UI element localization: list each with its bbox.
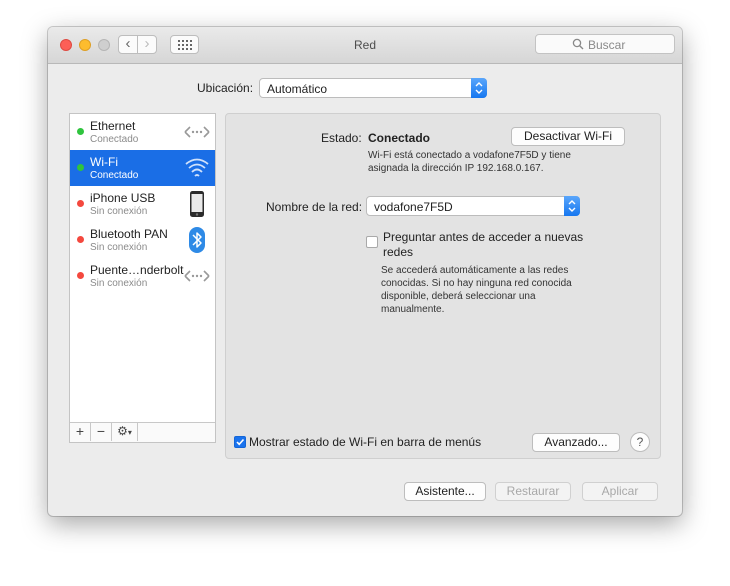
status-description-line2: asignada la dirección IP 192.168.0.167.: [368, 163, 544, 174]
title-bar: ‹ › Red Buscar: [48, 27, 682, 64]
popup-arrows-icon: [564, 196, 580, 216]
assistant-button[interactable]: Asistente...: [404, 482, 486, 501]
apply-button[interactable]: Aplicar: [582, 482, 658, 501]
service-list-toolbar: + − ⚙▾: [70, 422, 215, 442]
bluetooth-icon: [189, 227, 205, 253]
ask-to-join-help-line4: manualmente.: [381, 304, 445, 315]
gear-icon: ⚙: [117, 424, 128, 438]
service-item-iphone-usb[interactable]: iPhone USB Sin conexión: [70, 186, 215, 222]
service-list: Ethernet Conectado Wi-Fi Conectado iPhon…: [69, 113, 216, 443]
status-dot: [77, 164, 84, 171]
network-name-label: Nombre de la red:: [266, 200, 363, 214]
remove-service-button[interactable]: −: [91, 423, 112, 441]
action-menu-button[interactable]: ⚙▾: [112, 423, 138, 441]
chevron-down-icon: ▾: [127, 428, 132, 437]
popup-arrows-icon: [471, 78, 487, 98]
status-label: Estado:: [321, 131, 362, 145]
status-dot: [77, 200, 84, 207]
iphone-icon: [190, 191, 204, 217]
ask-to-join-label-line2: redes: [383, 245, 414, 259]
service-name: Wi-Fi: [90, 155, 118, 169]
help-button[interactable]: ?: [630, 432, 650, 452]
service-status: Sin conexión: [90, 206, 148, 217]
network-preferences-window: ‹ › Red Buscar Ubicación: Automático Eth…: [48, 27, 682, 516]
turn-off-wifi-button[interactable]: Desactivar Wi-Fi: [511, 127, 625, 146]
wifi-icon: [185, 158, 209, 177]
thunderbolt-bridge-icon: [184, 270, 210, 282]
status-dot: [77, 128, 84, 135]
advanced-button[interactable]: Avanzado...: [532, 433, 620, 452]
network-name-value: vodafone7F5D: [374, 200, 453, 214]
service-item-wifi[interactable]: Wi-Fi Conectado: [70, 150, 215, 186]
service-status: Sin conexión: [90, 242, 148, 253]
network-name-popup[interactable]: vodafone7F5D: [366, 196, 580, 216]
show-wifi-status-label: Mostrar estado de Wi-Fi en barra de menú…: [249, 435, 482, 449]
search-icon: [572, 38, 584, 50]
wifi-detail-panel: Estado: Conectado Desactivar Wi-Fi Wi-Fi…: [225, 113, 661, 459]
ask-to-join-help-line2: conocidas. Si no hay ninguna red conocid…: [381, 278, 572, 289]
service-item-bluetooth-pan[interactable]: Bluetooth PAN Sin conexión: [70, 222, 215, 258]
add-service-button[interactable]: +: [70, 423, 91, 441]
status-value: Conectado: [368, 131, 431, 145]
ask-to-join-label-line1: Preguntar antes de acceder a nuevas: [383, 230, 584, 244]
ethernet-icon: [184, 126, 210, 138]
revert-button[interactable]: Restaurar: [495, 482, 571, 501]
search-placeholder: Buscar: [588, 38, 626, 52]
ask-to-join-help-line1: Se accederá automáticamente a las redes: [381, 265, 569, 276]
status-dot: [77, 272, 84, 279]
location-value: Automático: [267, 82, 328, 96]
service-name: Puente…nderbolt: [90, 263, 184, 277]
status-dot: [77, 236, 84, 243]
service-item-ethernet[interactable]: Ethernet Conectado: [70, 114, 215, 150]
ask-to-join-help-line3: disponible, deberá seleccionar una: [381, 291, 536, 302]
service-status: Conectado: [90, 170, 139, 181]
location-popup[interactable]: Automático: [259, 78, 487, 98]
service-name: Bluetooth PAN: [90, 227, 168, 241]
ask-to-join-checkbox[interactable]: [366, 236, 378, 248]
service-name: Ethernet: [90, 119, 136, 133]
service-name: iPhone USB: [90, 191, 156, 205]
location-label: Ubicación:: [197, 81, 254, 95]
service-status: Conectado: [90, 134, 139, 145]
search-field[interactable]: Buscar: [535, 34, 675, 54]
service-status: Sin conexión: [90, 278, 148, 289]
service-item-thunderbolt-bridge[interactable]: Puente…nderbolt Sin conexión: [70, 258, 215, 294]
checkmark-icon: [236, 438, 245, 446]
show-wifi-status-checkbox[interactable]: [234, 436, 246, 448]
status-description-line1: Wi-Fi está conectado a vodafone7F5D y ti…: [368, 150, 571, 161]
